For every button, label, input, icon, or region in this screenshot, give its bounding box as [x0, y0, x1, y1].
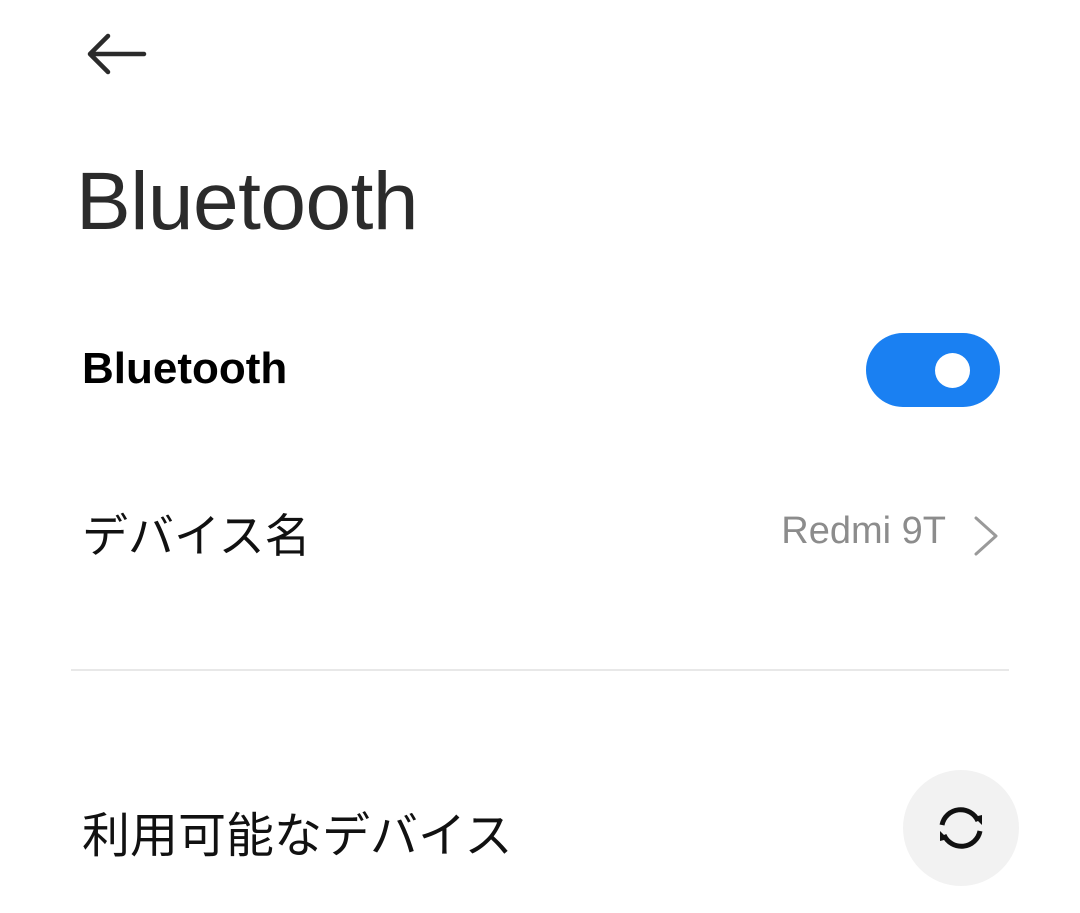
device-name-value: Redmi 9T [781, 510, 946, 552]
arrow-left-icon [87, 33, 147, 75]
chevron-right-icon [974, 516, 998, 556]
refresh-icon [939, 807, 983, 849]
available-devices-label: 利用可能なデバイス [82, 808, 513, 864]
back-button[interactable] [84, 30, 148, 78]
bluetooth-label: Bluetooth [82, 344, 288, 393]
page-title: Bluetooth [76, 156, 419, 247]
device-name-label: デバイス名 [82, 509, 311, 563]
available-devices-header: 利用可能なデバイス [0, 770, 1080, 890]
bluetooth-toggle[interactable] [866, 333, 1000, 407]
toggle-knob [935, 353, 970, 388]
section-divider [71, 669, 1009, 671]
device-name-row[interactable]: デバイス名 Redmi 9T [0, 492, 1080, 582]
bluetooth-row: Bluetooth [0, 330, 1080, 410]
refresh-button[interactable] [903, 770, 1019, 886]
